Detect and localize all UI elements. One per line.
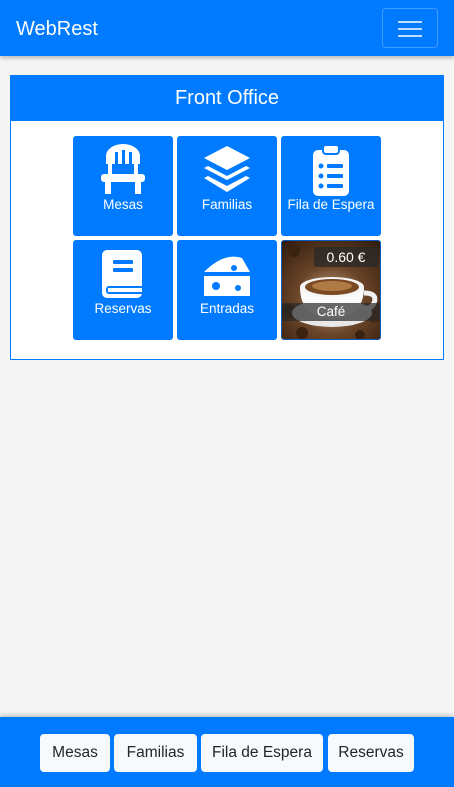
clipboard-list-icon	[313, 144, 349, 196]
tile-label: Entradas	[199, 301, 255, 316]
tile-reservas[interactable]: Reservas	[73, 240, 173, 340]
menu-toggle-button[interactable]	[382, 8, 438, 48]
footer-button-familias[interactable]: Familias	[114, 734, 197, 772]
top-navbar: WebRest	[0, 0, 454, 56]
front-office-card: Front Office Mesas Familias Fila de Espe…	[10, 75, 444, 360]
product-price-badge: 0.60 €	[314, 247, 378, 267]
brand-title[interactable]: WebRest	[16, 16, 98, 42]
product-name-label: Café	[282, 303, 380, 321]
bottom-action-bar: Mesas Familias Fila de Espera Reservas	[0, 717, 454, 787]
footer-button-fila-de-espera[interactable]: Fila de Espera	[201, 734, 323, 772]
tile-label: Familias	[201, 197, 253, 212]
cheese-icon	[204, 256, 250, 296]
tile-entradas[interactable]: Entradas	[177, 240, 277, 340]
tile-label: Fila de Espera	[287, 197, 375, 212]
tile-label: Mesas	[103, 197, 143, 212]
tile-fila-de-espera[interactable]: Fila de Espera	[281, 136, 381, 236]
tile-familias[interactable]: Familias	[177, 136, 277, 236]
book-icon	[102, 250, 146, 298]
layers-icon	[204, 146, 250, 192]
footer-button-reservas[interactable]: Reservas	[328, 734, 414, 772]
tile-mesas[interactable]: Mesas	[73, 136, 173, 236]
hamburger-menu-icon	[398, 21, 422, 23]
footer-button-mesas[interactable]: Mesas	[40, 734, 110, 772]
tile-label: Reservas	[94, 301, 152, 316]
card-title: Front Office	[11, 76, 443, 121]
product-tile-cafe[interactable]: 0.60 € Café	[281, 240, 381, 340]
chair-icon	[101, 144, 145, 194]
